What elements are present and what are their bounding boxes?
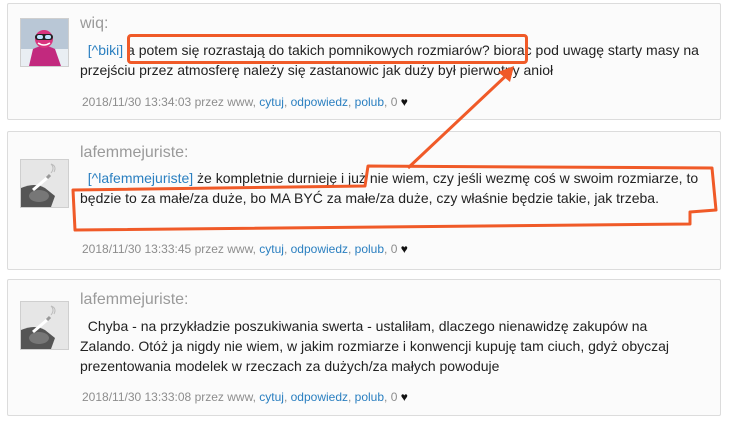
quote-link[interactable]: cytuj [259,95,284,109]
comment-meta: 2018/11/30 13:33:08 przez www, cytuj, od… [82,390,408,404]
avatar[interactable] [20,159,69,208]
like-link[interactable]: polub [355,390,384,404]
mention-link[interactable]: [^biki] [88,42,123,58]
quote-link[interactable]: cytuj [259,390,284,404]
reply-link[interactable]: odpowiedz [291,95,348,109]
comment-card: lafemmejuriste: Chyba - na przykładzie p… [7,279,721,416]
reply-link[interactable]: odpowiedz [291,390,348,404]
comment-author: wiq: [80,15,109,32]
source: przez www, [194,242,256,256]
heart-icon[interactable]: ♥ [401,390,408,404]
like-count: 0 [390,242,398,256]
quote-link[interactable]: cytuj [259,242,284,256]
avatar[interactable] [20,18,69,67]
heart-icon[interactable]: ♥ [401,95,408,109]
avatar-smoking-hand-image [21,160,68,207]
comment-body: [^lafemmejuriste] że kompletnie durnieję… [80,168,702,208]
comment-card: lafemmejuriste: [^lafemmejuriste] że kom… [7,131,721,270]
comment-body: Chyba - na przykładzie poszukiwania swer… [80,316,702,376]
comment-body: [^biki] a potem się rozrastają do takich… [80,40,702,80]
like-count: 0 [390,390,398,404]
like-link[interactable]: polub [355,242,384,256]
comment-author: lafemmejuriste: [80,144,189,161]
timestamp: 2018/11/30 13:33:45 [82,242,192,256]
reply-link[interactable]: odpowiedz [291,242,348,256]
source: przez www, [194,390,256,404]
timestamp: 2018/11/30 13:33:08 [82,390,192,404]
like-count: 0 [390,95,398,109]
comment-card: wiq: [^biki] a potem się rozrastają do t… [7,3,721,120]
like-link[interactable]: polub [355,95,384,109]
comment-meta: 2018/11/30 13:34:03 przez www, cytuj, od… [82,95,408,109]
avatar[interactable] [20,301,69,350]
comment-author: lafemmejuriste: [80,291,189,308]
avatar-skier-image [21,19,68,66]
timestamp: 2018/11/30 13:34:03 [82,95,192,109]
heart-icon[interactable]: ♥ [401,242,408,256]
comment-text: a potem się rozrastają do takich pomniko… [80,42,699,78]
source: przez www, [194,95,256,109]
comment-meta: 2018/11/30 13:33:45 przez www, cytuj, od… [82,242,408,256]
avatar-smoking-hand-image [21,302,68,349]
comment-text: Chyba - na przykładzie poszukiwania swer… [80,318,670,374]
mention-link[interactable]: [^lafemmejuriste] [88,170,193,186]
